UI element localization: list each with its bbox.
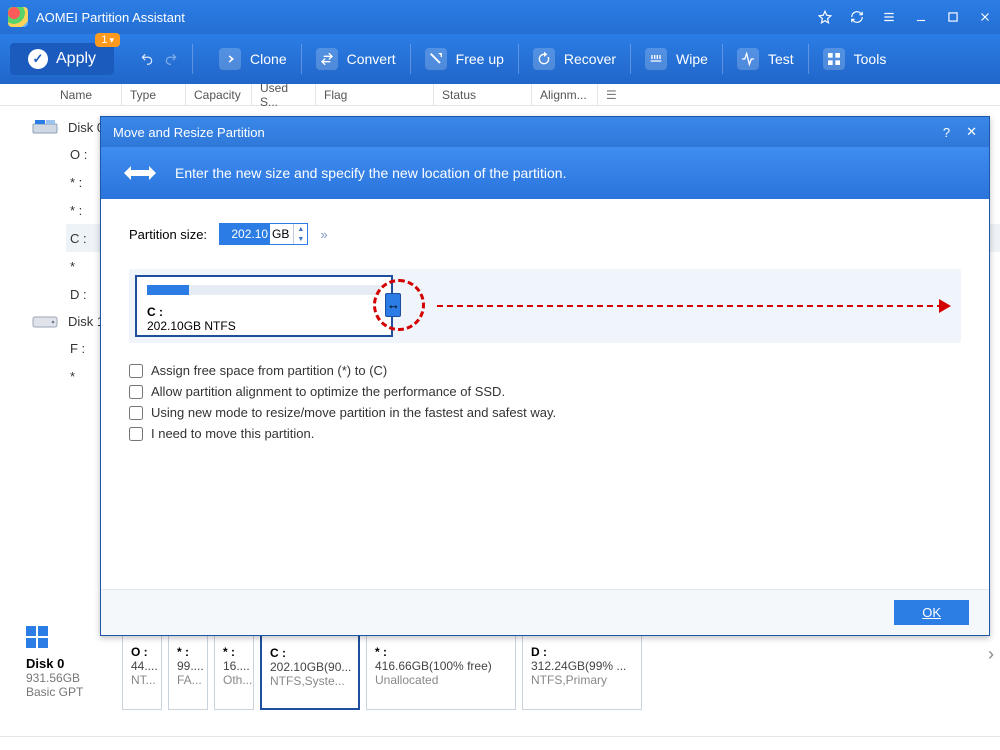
slider-current-partition: C : 202.10GB NTFS — [135, 275, 393, 337]
partition-size-input[interactable] — [220, 224, 270, 244]
slider-part-info: 202.10GB NTFS — [147, 319, 381, 333]
main-titlebar: AOMEI Partition Assistant — [0, 0, 1000, 34]
option-checkbox[interactable] — [129, 406, 143, 420]
columns-config-icon[interactable]: ☰ — [598, 84, 622, 105]
disk-drive-icon — [32, 119, 58, 135]
option-check-3[interactable]: I need to move this partition. — [129, 426, 961, 441]
option-check-1[interactable]: Allow partition alignment to optimize th… — [129, 384, 961, 399]
col-used[interactable]: Used S... — [252, 84, 316, 105]
scroll-right-icon[interactable]: › — [988, 644, 994, 665]
toolbar-wipe[interactable]: Wipe — [633, 44, 720, 74]
resize-dialog: Move and Resize Partition ? ✕ Enter the … — [100, 116, 990, 636]
disk-icon — [26, 626, 106, 648]
toolbar-test[interactable]: Test — [725, 44, 806, 74]
star-icon[interactable] — [818, 10, 832, 24]
maximize-icon[interactable] — [946, 10, 960, 24]
col-status[interactable]: Status — [434, 84, 532, 105]
col-capacity[interactable]: Capacity — [186, 84, 252, 105]
partition-size-unit: GB — [270, 227, 293, 241]
toolbar-tools[interactable]: Tools — [811, 44, 899, 74]
dialog-titlebar: Move and Resize Partition ? ✕ — [101, 117, 989, 147]
close-icon[interactable] — [978, 10, 992, 24]
option-check-0[interactable]: Assign free space from partition (*) to … — [129, 363, 961, 378]
disk-summary: Disk 0 931.56GB Basic GPT — [16, 604, 112, 734]
partition-size-spinner[interactable]: GB ▲▼ — [219, 223, 308, 245]
spin-down-icon[interactable]: ▼ — [294, 234, 307, 244]
slider-drag-handle[interactable] — [385, 293, 401, 317]
col-type[interactable]: Type — [122, 84, 186, 105]
slider-part-label: C : — [147, 305, 381, 319]
resize-arrows-icon — [123, 162, 157, 184]
toolbar-free-up[interactable]: Free up — [413, 44, 516, 74]
app-title: AOMEI Partition Assistant — [36, 10, 185, 25]
option-check-2[interactable]: Using new mode to resize/move partition … — [129, 405, 961, 420]
app-logo-icon — [8, 7, 28, 27]
main-toolbar: ✓ Apply 1 CloneConvertFree upRecoverWipe… — [0, 34, 1000, 84]
test-icon — [737, 48, 759, 70]
spin-up-icon[interactable]: ▲ — [294, 224, 307, 234]
advanced-toggle-icon[interactable]: » — [320, 227, 324, 242]
dialog-banner-text: Enter the new size and specify the new l… — [175, 165, 566, 181]
status-bar — [0, 736, 1000, 750]
apply-label: Apply — [56, 50, 96, 68]
recover-icon — [533, 48, 555, 70]
clone-icon — [219, 48, 241, 70]
free-up-icon — [425, 48, 447, 70]
disk-summary-title: Disk 0 — [26, 656, 106, 671]
convert-icon — [316, 48, 338, 70]
apply-button[interactable]: ✓ Apply 1 — [10, 43, 114, 75]
instruction-arrow-head — [939, 299, 951, 313]
undo-icon[interactable] — [140, 52, 154, 66]
wipe-icon — [645, 48, 667, 70]
col-flag[interactable]: Flag — [316, 84, 434, 105]
dialog-help-icon[interactable]: ? — [943, 125, 950, 140]
redo-icon[interactable] — [164, 52, 178, 66]
menu-icon[interactable] — [882, 10, 896, 24]
dialog-options: Assign free space from partition (*) to … — [129, 363, 961, 441]
dialog-close-icon[interactable]: ✕ — [966, 124, 977, 140]
toolbar-convert[interactable]: Convert — [304, 44, 408, 74]
disk-drive-icon — [32, 313, 58, 329]
dialog-banner: Enter the new size and specify the new l… — [101, 147, 989, 199]
option-checkbox[interactable] — [129, 427, 143, 441]
ok-button[interactable]: OK — [894, 600, 969, 625]
toolbar-clone[interactable]: Clone — [207, 44, 299, 74]
column-headers: Name Type Capacity Used S... Flag Status… — [0, 84, 1000, 106]
col-name[interactable]: Name — [52, 84, 122, 105]
instruction-arrow-line — [437, 305, 943, 307]
disk-summary-size: 931.56GB — [26, 671, 106, 685]
col-align[interactable]: Alignm... — [532, 84, 598, 105]
option-checkbox[interactable] — [129, 364, 143, 378]
disk-summary-scheme: Basic GPT — [26, 685, 106, 699]
apply-pending-badge[interactable]: 1 — [95, 33, 120, 47]
partition-slider[interactable]: C : 202.10GB NTFS ↔ — [129, 269, 961, 343]
tools-icon — [823, 48, 845, 70]
refresh-icon[interactable] — [850, 10, 864, 24]
option-checkbox[interactable] — [129, 385, 143, 399]
partition-size-label: Partition size: — [129, 227, 207, 242]
dialog-footer: OK — [101, 589, 989, 635]
toolbar-recover[interactable]: Recover — [521, 44, 628, 74]
minimize-icon[interactable] — [914, 10, 928, 24]
dialog-title: Move and Resize Partition — [113, 125, 265, 140]
apply-check-icon: ✓ — [28, 49, 48, 69]
